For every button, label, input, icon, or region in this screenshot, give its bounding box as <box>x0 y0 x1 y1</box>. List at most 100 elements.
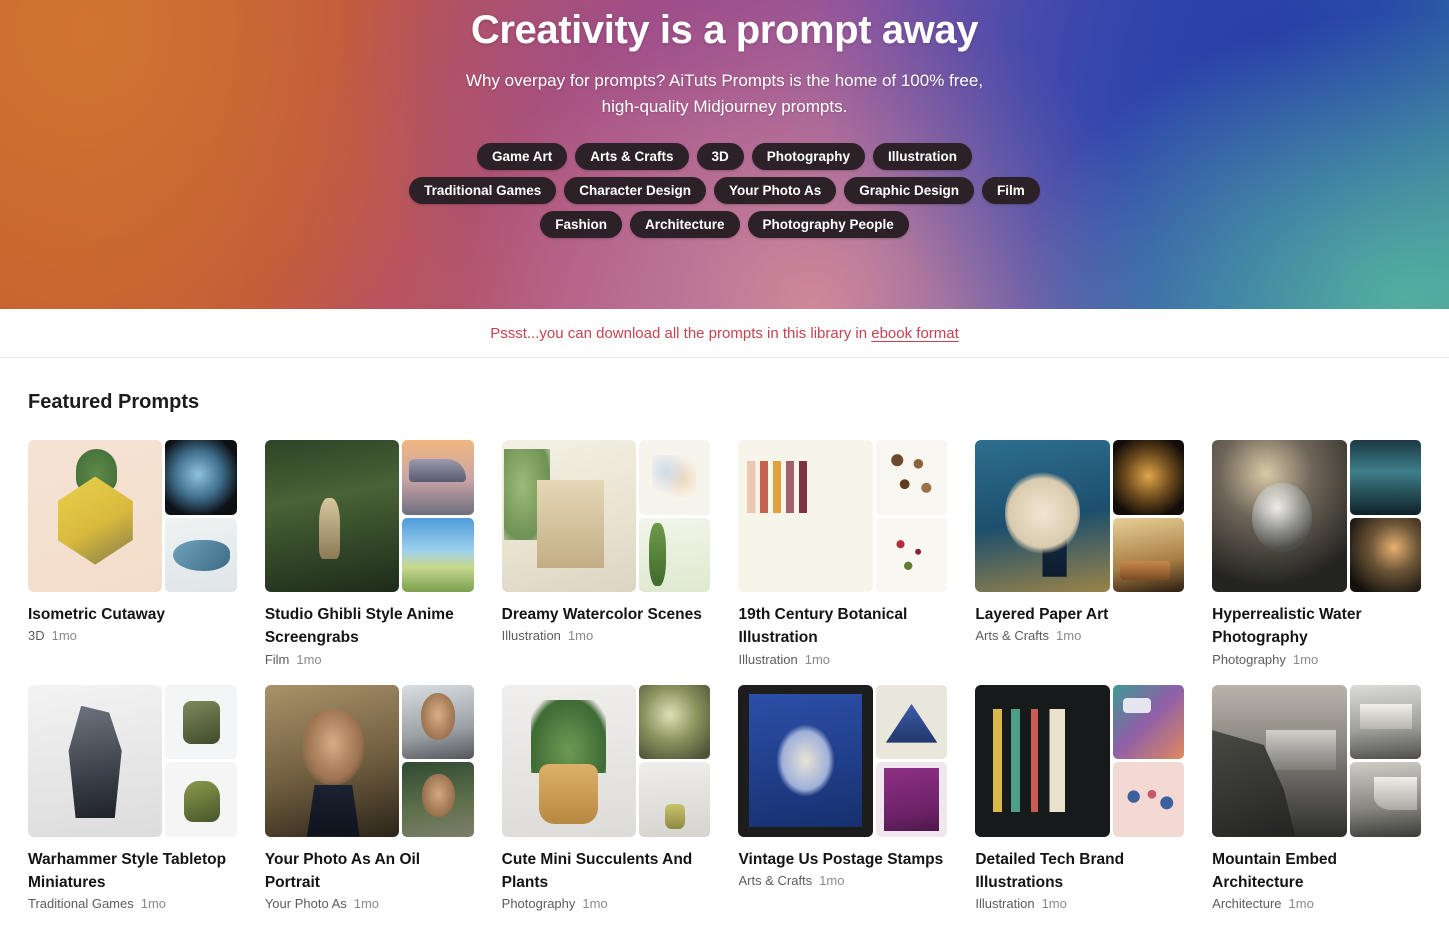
prompt-main-image[interactable] <box>1212 440 1347 592</box>
prompt-card-title[interactable]: Your Photo As An Oil Portrait <box>265 848 474 895</box>
prompt-main-image[interactable] <box>501 684 637 837</box>
prompt-thumbnail-image[interactable] <box>875 440 948 515</box>
prompt-thumbnail-image[interactable] <box>639 762 711 837</box>
prompt-thumbnail-image[interactable] <box>402 762 474 837</box>
prompt-card[interactable]: Dreamy Watercolor Scenes Illustration 1mo <box>501 440 711 667</box>
prompt-card-category[interactable]: Arts & Crafts <box>738 873 812 888</box>
prompt-thumbnail-image[interactable] <box>165 440 237 515</box>
prompt-card-category[interactable]: Photography <box>502 896 576 911</box>
prompt-card[interactable]: Isometric Cutaway 3D 1mo <box>28 440 237 667</box>
prompt-card-category[interactable]: Illustration <box>738 652 797 667</box>
prompt-card-category[interactable]: 3D <box>28 628 45 643</box>
prompt-card-category[interactable]: Film <box>265 652 290 667</box>
prompt-thumbnail-image[interactable] <box>1112 440 1185 515</box>
prompt-thumbnail-image[interactable] <box>639 684 711 759</box>
prompt-main-image[interactable] <box>28 684 163 837</box>
prompt-main-image[interactable] <box>501 440 637 592</box>
prompt-card-images[interactable] <box>264 684 474 837</box>
prompt-card-title[interactable]: 19th Century Botanical Illustration <box>738 603 947 650</box>
prompt-thumbnail-image[interactable] <box>1112 762 1185 837</box>
prompt-card-images[interactable] <box>738 684 948 837</box>
prompt-card-category[interactable]: Illustration <box>502 628 561 643</box>
prompt-card-title[interactable]: Cute Mini Succulents And Plants <box>502 848 711 895</box>
prompt-thumbnail-image[interactable] <box>165 762 237 837</box>
category-tag[interactable]: Traditional Games <box>409 176 557 204</box>
category-tag[interactable]: Game Art <box>476 142 568 170</box>
prompt-thumbnail-image[interactable] <box>875 762 948 837</box>
prompt-thumbnail-column <box>1349 440 1421 592</box>
prompt-card-images[interactable] <box>501 684 711 837</box>
prompt-card[interactable]: Mountain Embed Architecture Architecture 1… <box>1212 684 1421 911</box>
prompt-card-title[interactable]: Warhammer Style Tabletop Miniatures <box>28 848 237 895</box>
prompt-thumbnail-image[interactable] <box>875 517 948 592</box>
prompt-thumbnail-image[interactable] <box>402 440 474 515</box>
prompt-main-image[interactable] <box>738 440 873 592</box>
prompt-card[interactable]: Layered Paper Art Arts & Crafts 1mo <box>975 440 1185 667</box>
prompt-card-category[interactable]: Arts & Crafts <box>975 628 1049 643</box>
prompt-card[interactable]: Studio Ghibli Style Anime Screengrabs Fil… <box>264 440 474 667</box>
ebook-format-link[interactable]: ebook format <box>871 325 959 342</box>
prompt-card-images[interactable] <box>738 440 948 592</box>
prompt-card-category[interactable]: Architecture <box>1212 896 1281 911</box>
prompt-card-images[interactable] <box>975 684 1185 837</box>
category-tag[interactable]: Photography <box>751 142 866 170</box>
prompt-thumbnail-image[interactable] <box>639 517 711 592</box>
prompt-thumbnail-image[interactable] <box>402 517 474 592</box>
category-tag[interactable]: Film <box>982 176 1040 204</box>
prompt-card[interactable]: Vintage Us Postage Stamps Arts & Crafts 1m… <box>738 684 948 912</box>
prompt-thumbnail-image[interactable] <box>1112 517 1185 592</box>
category-tag[interactable]: Your Photo As <box>714 176 837 204</box>
prompt-card[interactable]: Warhammer Style Tabletop Miniatures Tradi… <box>28 684 237 911</box>
prompt-card[interactable]: Detailed Tech Brand Illustrations Illustr… <box>975 684 1185 911</box>
prompt-thumbnail-image[interactable] <box>1349 762 1421 837</box>
category-tag[interactable]: Arts & Crafts <box>575 142 689 170</box>
prompt-main-image[interactable] <box>975 684 1110 837</box>
prompt-main-image[interactable] <box>738 684 873 837</box>
prompt-card-images[interactable] <box>1212 440 1421 592</box>
category-tag[interactable]: Architecture <box>629 210 740 238</box>
category-tag[interactable]: Graphic Design <box>844 176 975 204</box>
prompt-thumbnail-image[interactable] <box>1349 684 1421 759</box>
prompt-main-image[interactable] <box>264 440 400 592</box>
prompt-card-category[interactable]: Your Photo As <box>265 896 347 911</box>
prompt-card-title[interactable]: Isometric Cutaway <box>28 603 237 626</box>
prompt-main-image[interactable] <box>28 440 163 592</box>
prompt-thumbnail-image[interactable] <box>639 440 711 515</box>
prompt-card-category[interactable]: Traditional Games <box>28 896 134 911</box>
prompt-card-images[interactable] <box>501 440 711 592</box>
prompt-card-category[interactable]: Illustration <box>975 896 1034 911</box>
prompt-card[interactable]: Cute Mini Succulents And Plants Photograp… <box>501 684 711 911</box>
prompt-main-image[interactable] <box>1212 684 1347 837</box>
prompt-card-title[interactable]: Studio Ghibli Style Anime Screengrabs <box>265 603 474 650</box>
prompt-card[interactable]: Hyperrealistic Water Photography Photogra… <box>1212 440 1421 667</box>
prompt-thumbnail-image[interactable] <box>165 517 237 592</box>
prompt-thumbnail-column <box>875 684 948 837</box>
prompt-card[interactable]: Your Photo As An Oil Portrait Your Photo … <box>264 684 474 911</box>
category-tag[interactable]: Fashion <box>540 210 622 238</box>
prompt-thumbnail-image[interactable] <box>165 684 237 759</box>
prompt-card-title[interactable]: Layered Paper Art <box>975 603 1184 626</box>
prompt-card-images[interactable] <box>28 684 237 837</box>
prompt-thumbnail-image[interactable] <box>875 684 948 759</box>
prompt-card-title[interactable]: Mountain Embed Architecture <box>1212 848 1421 895</box>
prompt-card-images[interactable] <box>264 440 474 592</box>
prompt-card-images[interactable] <box>28 440 237 592</box>
prompt-card-title[interactable]: Detailed Tech Brand Illustrations <box>975 848 1184 895</box>
prompt-thumbnail-image[interactable] <box>1349 440 1421 515</box>
prompt-card-images[interactable] <box>1212 684 1421 837</box>
prompt-card-title[interactable]: Dreamy Watercolor Scenes <box>502 603 711 626</box>
prompt-main-image[interactable] <box>264 684 400 837</box>
prompt-thumbnail-image[interactable] <box>1349 517 1421 592</box>
prompt-card-images[interactable] <box>975 440 1185 592</box>
prompt-thumbnail-image[interactable] <box>1112 684 1185 759</box>
prompt-card[interactable]: 19th Century Botanical Illustration Illus… <box>738 440 948 667</box>
category-tag[interactable]: Character Design <box>564 176 707 204</box>
category-tag[interactable]: Photography People <box>747 210 909 238</box>
prompt-main-image[interactable] <box>975 440 1110 592</box>
category-tag[interactable]: 3D <box>696 142 744 170</box>
prompt-thumbnail-image[interactable] <box>402 684 474 759</box>
prompt-card-title[interactable]: Vintage Us Postage Stamps <box>738 848 947 871</box>
category-tag[interactable]: Illustration <box>873 142 973 170</box>
prompt-card-category[interactable]: Photography <box>1212 652 1286 667</box>
prompt-card-title[interactable]: Hyperrealistic Water Photography <box>1212 603 1421 650</box>
